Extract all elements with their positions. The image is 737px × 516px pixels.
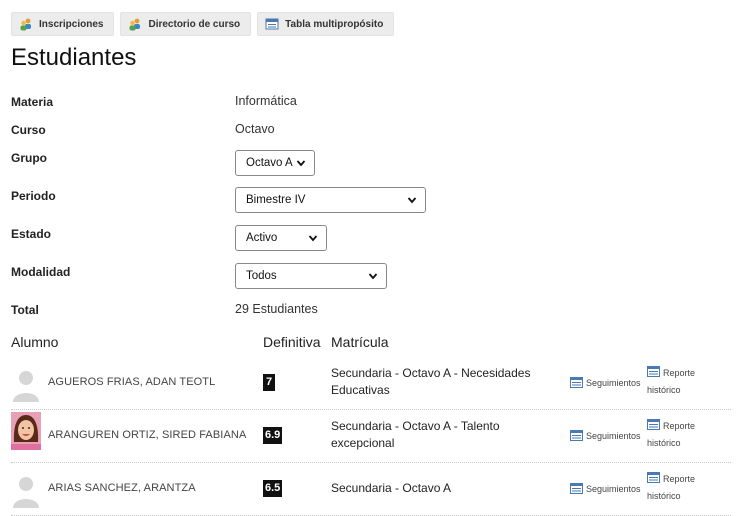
materia-label: Materia (11, 95, 54, 109)
avatar-placeholder-icon (11, 366, 41, 402)
student-name[interactable]: ARANGUREN ORTIZ, SIRED FABIANA (48, 429, 246, 441)
table-icon (647, 366, 660, 377)
tabla-multiproposito-label: Tabla multipropósito (285, 18, 384, 30)
chevron-down-icon (308, 233, 318, 243)
seguimientos-label: Seguimientos (586, 377, 641, 388)
table-icon (647, 472, 660, 483)
modalidad-select-value: Todos (246, 270, 277, 282)
table-row: AGUEROS FRIAS, ADAN TEOTL 7 Secundaria -… (11, 357, 731, 410)
matricula-text: Secundaria - Octavo A - Talento excepcio… (331, 419, 500, 450)
table-icon (570, 483, 583, 494)
student-name[interactable]: ARIAS SANCHEZ, ARANTZA (48, 482, 196, 494)
student-name[interactable]: AGUEROS FRIAS, ADAN TEOTL (48, 376, 215, 388)
table-icon (570, 377, 583, 388)
table-icon (647, 419, 660, 430)
reporte-historico-link[interactable]: Reporte histórico (647, 471, 717, 505)
modalidad-select[interactable]: Todos (235, 263, 387, 289)
avatar-photo (11, 412, 41, 450)
estado-label: Estado (11, 227, 52, 241)
table-row: ARIAS SANCHEZ, ARANTZA 6.5 Secundaria - … (11, 463, 731, 516)
tabla-multiproposito-button[interactable]: Tabla multipropósito (257, 12, 395, 36)
estado-select[interactable]: Activo (235, 225, 327, 251)
grade-badge: 6.9 (263, 427, 283, 444)
inscripciones-button[interactable]: Inscripciones (11, 12, 115, 36)
curso-label: Curso (11, 123, 46, 137)
reporte-historico-link[interactable]: Reporte histórico (647, 365, 717, 399)
column-header-definitiva: Definitiva (263, 334, 321, 350)
inscripciones-label: Inscripciones (39, 18, 104, 30)
directorio-curso-label: Directorio de curso (148, 18, 241, 30)
column-header-matricula: Matrícula (331, 334, 389, 350)
grade-badge: 7 (263, 374, 275, 391)
total-label: Total (11, 303, 39, 317)
table-icon (265, 17, 279, 31)
chevron-down-icon (407, 195, 417, 205)
modalidad-label: Modalidad (11, 265, 71, 279)
periodo-select[interactable]: Bimestre IV (235, 187, 426, 213)
seguimientos-label: Seguimientos (586, 483, 641, 494)
estado-select-value: Activo (246, 232, 278, 244)
seguimientos-link[interactable]: Seguimientos (570, 430, 641, 441)
matricula-text: Secundaria - Octavo A (331, 481, 452, 495)
table-row: ARANGUREN ORTIZ, SIRED FABIANA 6.9 Secun… (11, 410, 731, 463)
materia-value: Informática (235, 94, 297, 108)
curso-value: Octavo (235, 122, 275, 136)
reporte-historico-link[interactable]: Reporte histórico (647, 418, 717, 452)
periodo-label: Periodo (11, 189, 56, 203)
matricula-text: Secundaria - Octavo A - Necesidades Educ… (331, 366, 531, 397)
column-header-alumno: Alumno (11, 334, 59, 350)
directorio-curso-button[interactable]: Directorio de curso (120, 12, 252, 36)
users-icon (19, 17, 33, 31)
page-title: Estudiantes (11, 44, 137, 71)
grupo-label: Grupo (11, 151, 47, 165)
avatar-placeholder-icon (11, 472, 41, 508)
chevron-down-icon (296, 158, 306, 168)
seguimientos-label: Seguimientos (586, 430, 641, 441)
users-icon (128, 17, 142, 31)
periodo-select-value: Bimestre IV (246, 194, 306, 206)
table-icon (570, 430, 583, 441)
total-value: 29 Estudiantes (235, 302, 318, 316)
seguimientos-link[interactable]: Seguimientos (570, 483, 641, 494)
seguimientos-link[interactable]: Seguimientos (570, 377, 641, 388)
grupo-select[interactable]: Octavo A (235, 150, 315, 176)
grupo-select-value: Octavo A (246, 157, 293, 169)
grade-badge: 6.5 (263, 480, 283, 497)
chevron-down-icon (368, 271, 378, 281)
toolbar: Inscripciones Directorio de curso Tabla … (11, 12, 395, 36)
